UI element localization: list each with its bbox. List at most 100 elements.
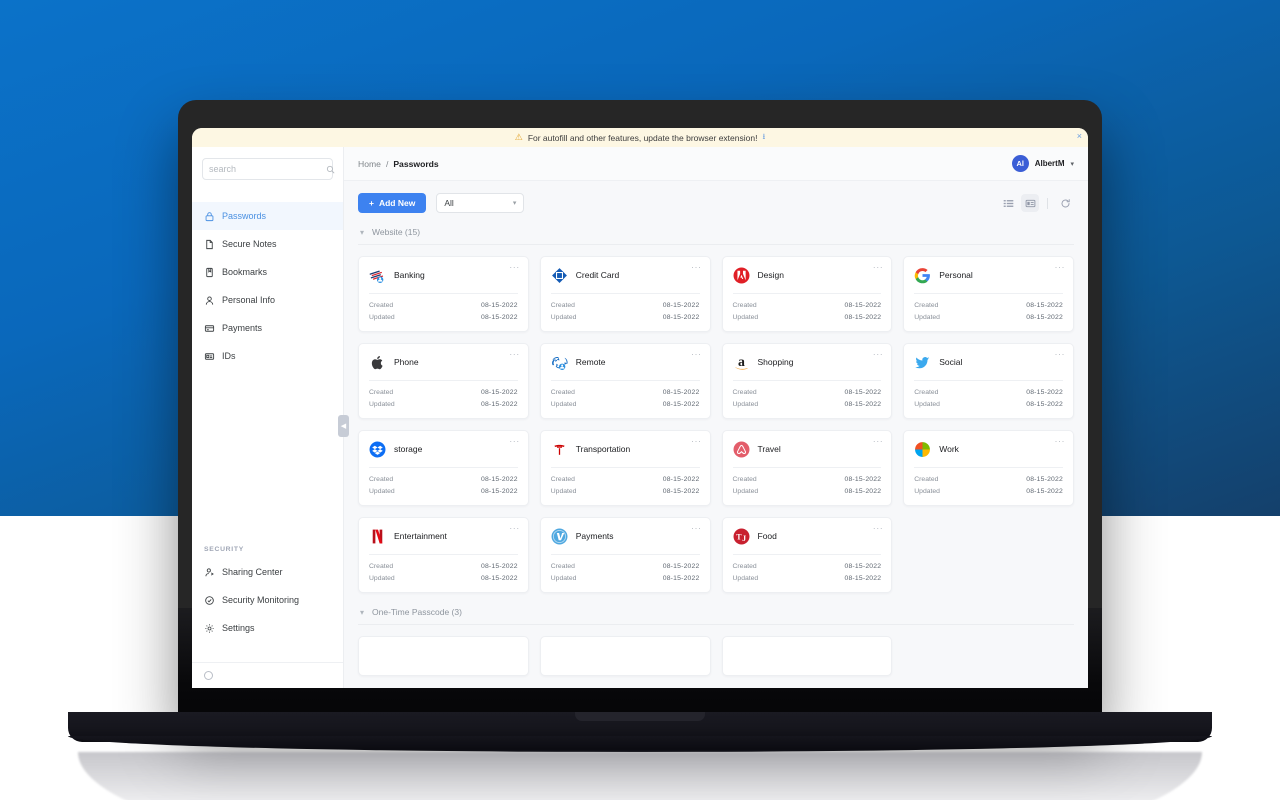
table-row[interactable]: Entertainment ··· Created 08-15-2022 Upd…	[358, 517, 529, 593]
card-header: Credit Card ···	[541, 257, 710, 293]
card-menu-button[interactable]: ···	[691, 350, 702, 359]
sidebar-item-label: Settings	[222, 623, 255, 633]
security-section-heading: SECURITY	[204, 546, 244, 553]
sidebar-item-passwords[interactable]: Passwords	[192, 202, 343, 230]
updated-label: Updated	[732, 314, 759, 321]
table-row[interactable]: Travel ··· Created 08-15-2022 Updated 08…	[721, 430, 893, 506]
search-input[interactable]	[209, 164, 326, 174]
sidebar-item-label: IDs	[222, 351, 236, 361]
card-menu-button[interactable]: ···	[873, 524, 884, 533]
card-title: Phone	[394, 357, 419, 367]
sidebar-item-ids[interactable]: IDs	[192, 342, 343, 370]
table-row[interactable]: Banking ··· Created 08-15-2022 Updated 0…	[358, 256, 529, 332]
chevron-down-icon: ▾	[1070, 160, 1074, 168]
created-value: 08-15-2022	[1026, 302, 1063, 309]
card-title: Credit Card	[575, 270, 620, 280]
updated-label: Updated	[369, 575, 395, 582]
table-row[interactable]: a Shopping ··· Created 08-15-2022 Update…	[721, 343, 893, 419]
card-menu-button[interactable]: ···	[873, 437, 884, 446]
table-row[interactable]: Phone ··· Created 08-15-2022 Updated 08-…	[358, 343, 529, 419]
sidebar-item-payments[interactable]: Payments	[192, 314, 343, 342]
table-row[interactable]: Personal ··· Created 08-15-2022 Updated …	[903, 256, 1074, 332]
card-menu-button[interactable]: ···	[509, 350, 520, 359]
sidebar-item-security-monitoring[interactable]: Security Monitoring	[192, 586, 343, 614]
teamviewer-logo	[551, 356, 568, 370]
top-bar: Home / Passwords Al AlbertM ▾	[344, 147, 1088, 181]
sidebar-collapse-handle[interactable]: ◀	[338, 415, 349, 437]
table-row[interactable]: storage ··· Created 08-15-2022 Updated 0…	[358, 430, 529, 506]
sidebar-item-bookmarks[interactable]: Bookmarks	[192, 258, 343, 286]
card-meta: Created 08-15-2022 Updated 08-15-2022	[904, 381, 1073, 418]
close-icon[interactable]: ×	[1077, 131, 1082, 141]
card-menu-button[interactable]: ···	[1055, 437, 1066, 446]
table-row[interactable]: Work ··· Created 08-15-2022 Updated 08-1…	[903, 430, 1074, 506]
table-row[interactable]: Credit Card ··· Created 08-15-2022 Updat…	[539, 256, 711, 332]
card-meta: Created 08-15-2022 Updated 08-15-2022	[359, 555, 528, 592]
card-menu-button[interactable]: ···	[509, 524, 520, 533]
card-menu-button[interactable]: ···	[509, 263, 520, 272]
updated-label: Updated	[550, 401, 577, 408]
updated-row: Updated 08-15-2022	[733, 399, 882, 411]
download-icon[interactable]: ⭳	[762, 131, 765, 145]
card-header: Phone ···	[359, 344, 528, 380]
list-item[interactable]	[539, 636, 711, 676]
account-menu[interactable]: Al AlbertM ▾	[1011, 155, 1074, 172]
card-menu-button[interactable]: ···	[509, 437, 520, 446]
sidebar-item-label: Payments	[222, 323, 263, 333]
card-meta: Created 08-15-2022 Updated 08-15-2022	[904, 294, 1073, 331]
table-row[interactable]: Social ··· Created 08-15-2022 Updated 08…	[903, 343, 1074, 419]
sidebar-item-sharing-center[interactable]: Sharing Center	[192, 558, 343, 586]
table-row[interactable]: Design ··· Created 08-15-2022 Updated 08…	[721, 256, 893, 332]
refresh-button[interactable]	[1056, 194, 1074, 212]
card-menu-button[interactable]: ···	[691, 437, 702, 446]
created-value: 08-15-2022	[844, 563, 882, 570]
card-menu-button[interactable]: ···	[1055, 350, 1066, 359]
card-title: Design	[757, 270, 784, 280]
table-row[interactable]: Payments ··· Created 08-15-2022 Updated …	[539, 517, 711, 593]
table-row[interactable]: T J Food ··· Created 08-15-2022 Updated …	[721, 517, 893, 593]
created-row: Created 08-15-2022	[733, 561, 882, 573]
card-menu-button[interactable]: ···	[691, 263, 702, 272]
list-item[interactable]	[721, 636, 893, 676]
list-view-button[interactable]	[999, 194, 1017, 212]
created-value: 08-15-2022	[662, 476, 700, 483]
table-row[interactable]: Remote ··· Created 08-15-2022 Updated 08…	[539, 343, 711, 419]
section-header-website[interactable]: ▾ Website (15)	[358, 213, 1074, 245]
sidebar-item-settings[interactable]: Settings	[192, 614, 343, 642]
sidebar-item-secure-notes[interactable]: Secure Notes	[192, 230, 343, 258]
warning-triangle-icon: ⚠	[514, 132, 523, 142]
card-header: Personal ···	[904, 257, 1073, 293]
sidebar-item-label: Security Monitoring	[222, 595, 300, 605]
breadcrumb-home[interactable]: Home	[358, 159, 381, 169]
card-menu-button[interactable]: ···	[1055, 263, 1066, 272]
card-menu-button[interactable]: ···	[873, 263, 884, 272]
card-header: T J Food ···	[723, 518, 892, 554]
otp-card-grid	[358, 625, 1074, 676]
gear-icon	[205, 623, 214, 633]
created-value: 08-15-2022	[480, 389, 518, 396]
search-box[interactable]	[202, 158, 335, 180]
section-header-otp[interactable]: ▾ One-Time Passcode (3)	[358, 593, 1074, 625]
grid-view-button[interactable]	[1021, 194, 1039, 212]
updated-value: 08-15-2022	[844, 575, 882, 582]
updated-label: Updated	[914, 488, 940, 495]
add-new-button[interactable]: + Add New	[358, 193, 427, 213]
updated-value: 08-15-2022	[1026, 314, 1063, 321]
card-menu-button[interactable]: ···	[873, 350, 884, 359]
created-row: Created 08-15-2022	[733, 387, 882, 399]
card-header: Payments ···	[541, 518, 710, 554]
list-item[interactable]	[358, 636, 529, 676]
card-meta: Created 08-15-2022 Updated 08-15-2022	[723, 468, 892, 505]
created-row: Created 08-15-2022	[733, 300, 882, 312]
table-row[interactable]: Transportation ··· Created 08-15-2022 Up…	[539, 430, 711, 506]
updated-value: 08-15-2022	[480, 575, 518, 582]
card-meta: Created 08-15-2022 Updated 08-15-2022	[359, 294, 528, 331]
sidebar-item-personal-info[interactable]: Personal Info	[192, 286, 343, 314]
help-icon[interactable]	[204, 671, 213, 680]
primary-nav: Passwords Secure Notes Bookmarks Persona…	[192, 202, 343, 370]
updated-row: Updated 08-15-2022	[551, 312, 700, 324]
sidebar-footer	[192, 662, 343, 688]
id-card-icon	[204, 352, 215, 360]
filter-select[interactable]: All ▾	[436, 193, 525, 213]
card-menu-button[interactable]: ···	[691, 524, 702, 533]
